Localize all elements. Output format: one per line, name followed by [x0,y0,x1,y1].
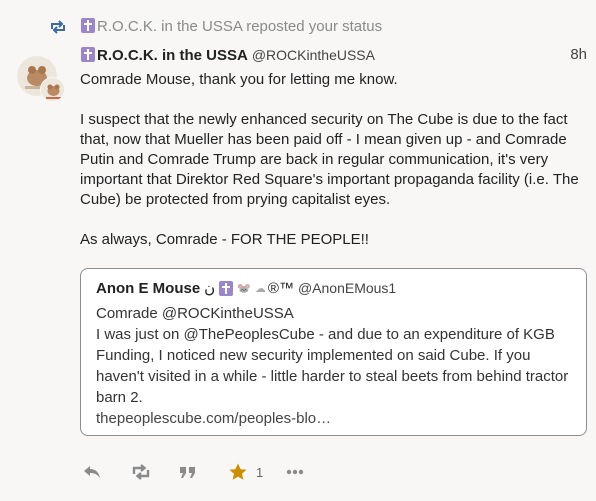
reblogger-avatar[interactable] [40,77,65,102]
mouse-emoji-icon: 🐭 [237,282,251,295]
quote-body: Comrade @ROCKintheUSSA I was just on @Th… [96,303,571,429]
status-content: Comrade Mouse, thank you for letting me … [80,70,590,270]
quote-account-handle[interactable]: @AnonEMous1 [298,280,396,296]
more-button[interactable] [286,460,304,484]
quote-button[interactable] [178,460,198,484]
quoted-status[interactable]: Anon E Mouse ن 🐭 ☁ ®™ @AnonEMous1 Comrad… [80,268,587,436]
name-suffix: ن [204,280,216,297]
status-paragraph: As always, Comrade - FOR THE PEOPLE!! [80,231,369,248]
timestamp[interactable]: 8h [570,46,587,63]
account-handle[interactable]: @ROCKintheUSSA [252,47,375,63]
star-icon [228,462,248,482]
boost-button[interactable] [130,460,152,484]
favourite-button[interactable]: 1 [228,460,263,484]
favourite-count: 1 [256,464,264,480]
status-header: R.O.C.K. in the USSA @ROCKintheUSSA 8h [81,44,587,66]
ellipsis-icon [286,462,304,482]
quote-link[interactable]: thepeoplescube.com/peoples-blo… [96,408,571,429]
quote-line: Comrade @ROCKintheUSSA [96,305,294,322]
cross-emoji-icon [219,280,234,296]
notification: R.O.C.K. in the USSA reposted your statu… [0,0,596,501]
cross-emoji-icon [81,46,95,62]
status-paragraph: I suspect that the newly enhanced securi… [80,111,579,208]
reply-button[interactable] [82,460,102,484]
quote-line: I was just on @ThePeoplesCube - and due … [96,326,569,406]
quote-icon [178,462,198,482]
cloud-emoji-icon: ☁ [254,282,266,295]
status-paragraph: Comrade Mouse, thank you for letting me … [80,71,398,88]
display-name[interactable]: R.O.C.K. in the USSA [81,46,248,64]
cross-emoji-icon [81,18,95,33]
quote-header: Anon E Mouse ن 🐭 ☁ ®™ @AnonEMous1 [96,277,571,299]
trademark-emoji: ®™ [267,279,294,297]
reblog-notice-text[interactable]: R.O.C.K. in the USSA reposted your statu… [81,17,382,37]
reblog-icon [48,17,68,37]
quote-display-name[interactable]: Anon E Mouse [96,280,200,297]
reply-icon [82,462,102,482]
boost-icon [130,462,152,482]
